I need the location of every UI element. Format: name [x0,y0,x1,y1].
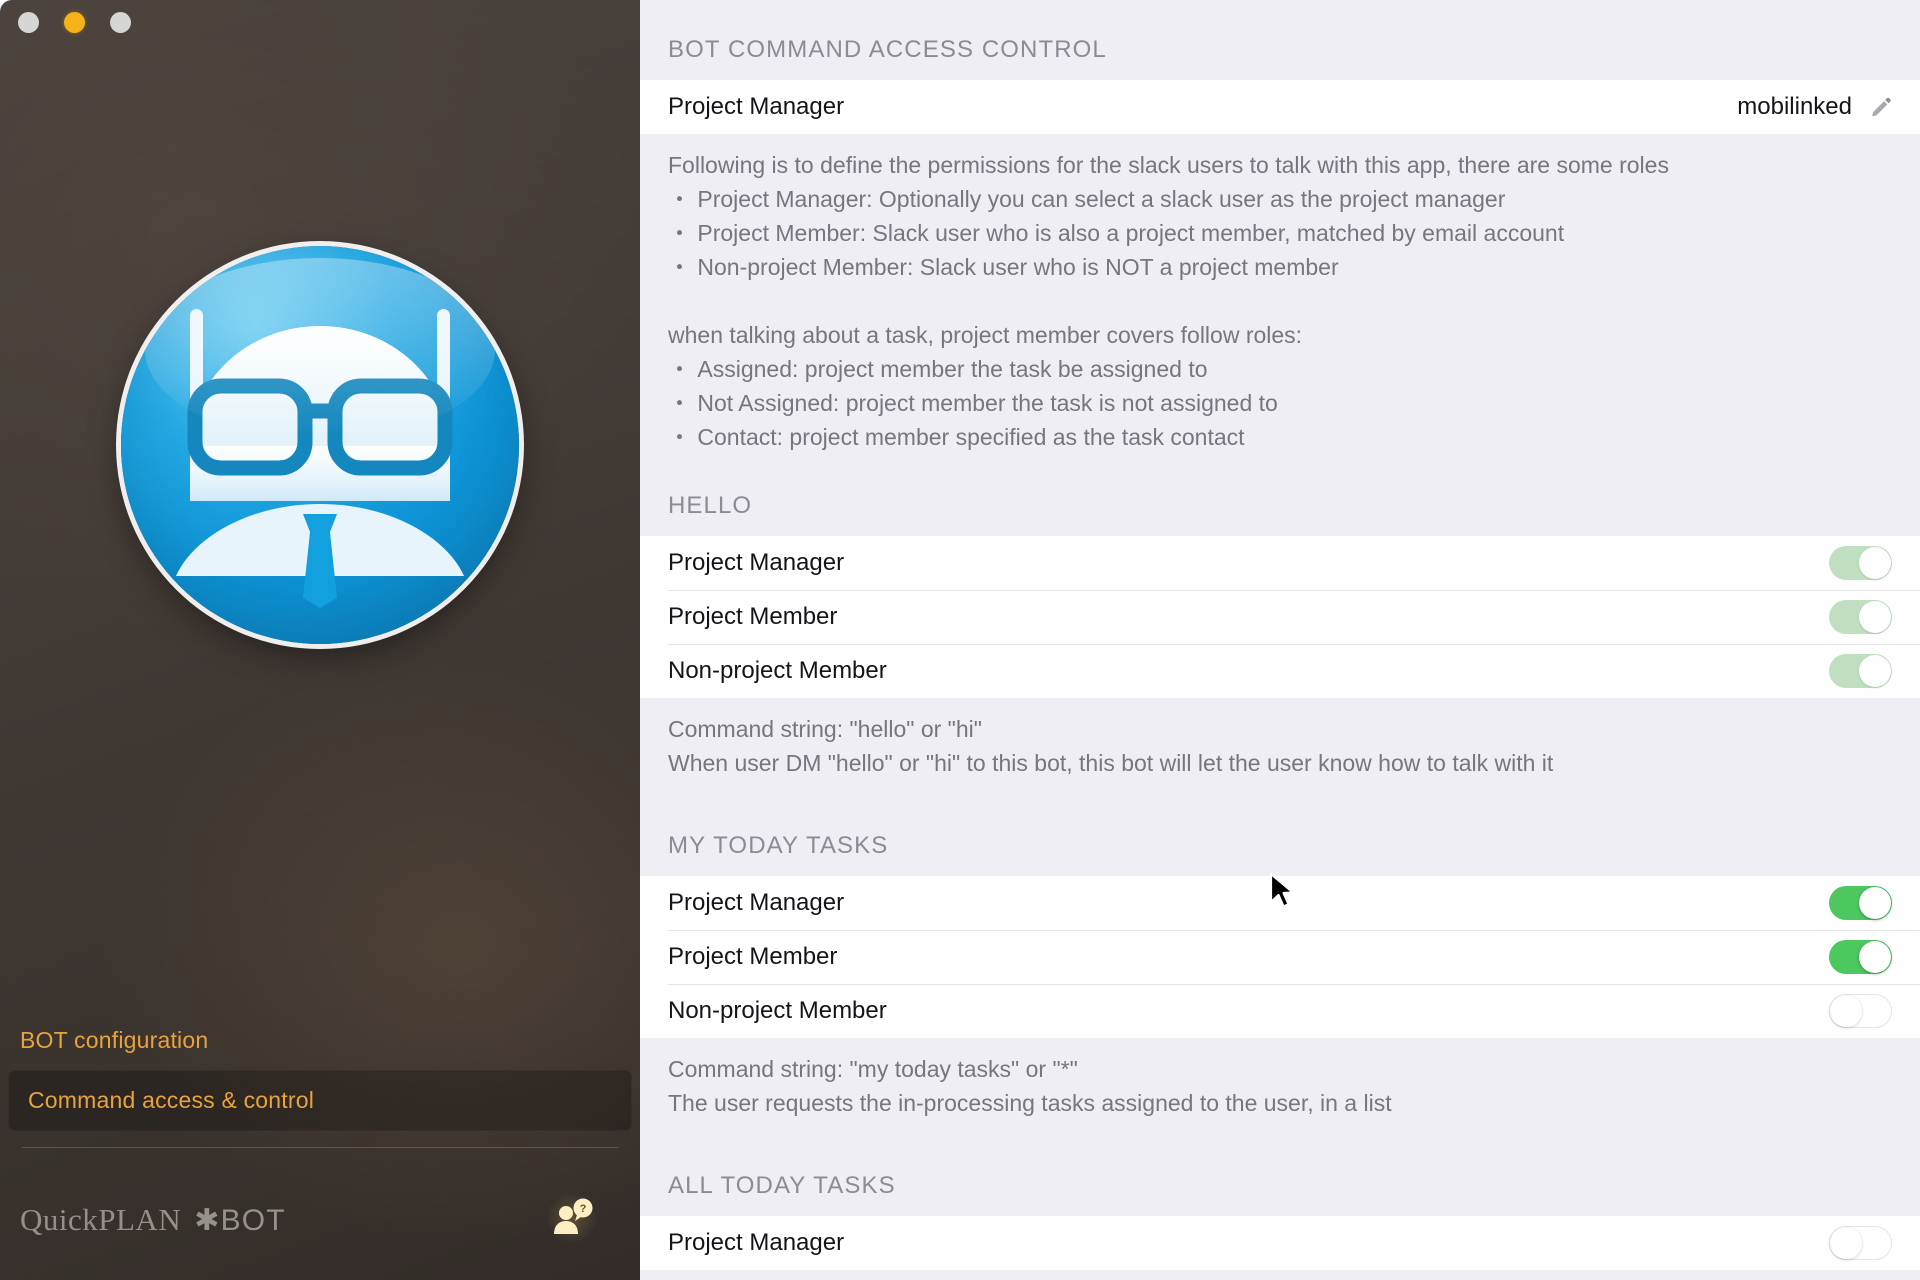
row-control: mobilinked [1737,93,1892,121]
person-question-icon: ? [554,1198,593,1234]
sidebar: BOT configuration Command access & contr… [0,0,640,1280]
brand-product-name: QuickPLAN [20,1202,181,1238]
section-title-my-today-tasks: MY TODAY TASKS [640,802,1920,876]
brand-bot-text: BOT [220,1203,286,1237]
row-label: Project Manager [668,889,845,916]
toggle-hello-non-project-member[interactable] [1829,654,1892,688]
toggle-hello-project-manager[interactable] [1829,546,1892,580]
row-project-manager-owner[interactable]: Project Manager mobilinked [640,80,1920,134]
sidebar-item-command-access-control[interactable]: Command access & control [8,1070,632,1131]
row-label: Non-project Member [668,657,887,684]
settings-panel: BOT COMMAND ACCESS CONTROL Project Manag… [640,0,1920,1280]
sidebar-divider [22,1147,618,1148]
toggle-my-today-tasks-project-manager[interactable] [1829,886,1892,920]
row-label: Project Manager [668,1229,845,1256]
row-label: Project Member [668,603,838,630]
window-traffic-lights [18,12,131,33]
row-hello-non-project-member[interactable]: Non-project Member [640,644,1920,698]
toggle-my-today-tasks-non-project-member[interactable] [1829,994,1892,1028]
bot-avatar [121,246,519,644]
row-hello-project-member[interactable]: Project Member [640,590,1920,644]
toggle-knob [1859,887,1891,919]
app-window: BOT configuration Command access & contr… [0,0,1920,1280]
row-all-today-tasks-project-manager[interactable]: Project Manager [640,1216,1920,1270]
section-title-hello: HELLO [640,462,1920,536]
toggle-knob [1859,547,1891,579]
section-note-my-today-tasks: Command string: "my today tasks" or "*" … [640,1038,1920,1142]
section-note-hello: Command string: "hello" or "hi" When use… [640,698,1920,802]
sidebar-nav: BOT configuration Command access & contr… [0,1027,640,1148]
brand-hash-glyph: ✱ [194,1203,221,1237]
row-label: Project Manager [668,93,845,120]
row-my-today-tasks-project-manager[interactable]: Project Manager [640,876,1920,930]
brand-bot-name: ✱BOT [194,1203,286,1238]
row-label: Project Member [668,943,838,970]
sidebar-section-header: BOT configuration [20,1027,209,1053]
edit-pencil-icon[interactable] [1870,96,1892,118]
row-label: Non-project Member [668,997,887,1024]
row-my-today-tasks-non-project-member[interactable]: Non-project Member [640,984,1920,1038]
brand-logo: QuickPLAN ✱BOT [20,1202,286,1238]
avatar-container [0,246,640,644]
toggle-knob [1830,1227,1862,1259]
bot-avatar-glyph [176,309,464,608]
row-label: Project Manager [668,549,845,576]
section-title-bot-command-access-control: BOT COMMAND ACCESS CONTROL [640,0,1920,80]
row-hello-project-manager[interactable]: Project Manager [640,536,1920,590]
toggle-knob [1859,941,1891,973]
section-note-access-control: Following is to define the permissions f… [640,134,1920,462]
toggle-knob [1830,995,1862,1027]
toggle-knob [1859,601,1891,633]
toggle-my-today-tasks-project-member[interactable] [1829,940,1892,974]
brand-product-text: QuickPLAN [20,1202,182,1237]
section-title-all-today-tasks: ALL TODAY TASKS [640,1142,1920,1216]
sidebar-item-label: Command access & control [28,1087,315,1113]
toggle-all-today-tasks-project-manager[interactable] [1829,1226,1892,1260]
maximize-window-button[interactable] [110,12,131,33]
slack-user-value: mobilinked [1737,93,1852,120]
minimize-window-button[interactable] [64,12,85,33]
svg-text:?: ? [580,1203,587,1215]
close-window-button[interactable] [18,12,39,33]
toggle-hello-project-member[interactable] [1829,600,1892,634]
help-button[interactable]: ? [546,1192,598,1244]
toggle-knob [1859,655,1891,687]
row-my-today-tasks-project-member[interactable]: Project Member [640,930,1920,984]
